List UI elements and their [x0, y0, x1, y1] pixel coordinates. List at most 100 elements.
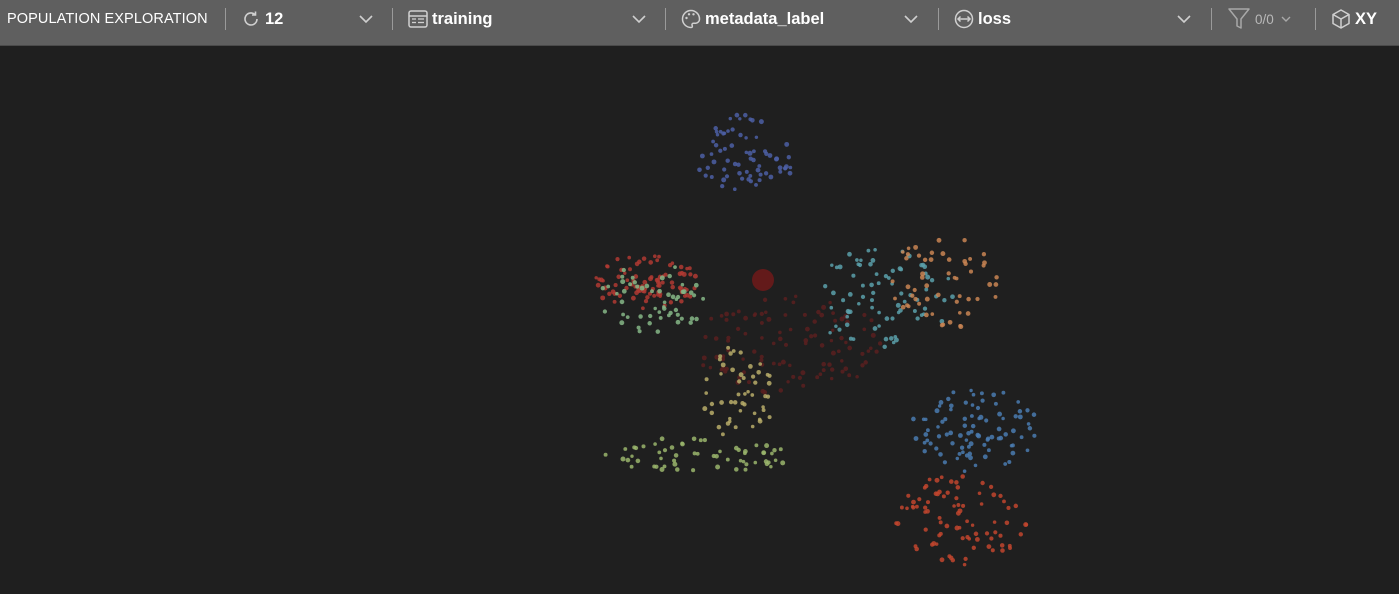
data-point[interactable] [828, 330, 832, 335]
data-point[interactable] [906, 493, 911, 498]
data-point[interactable] [928, 441, 933, 446]
data-point[interactable] [874, 272, 879, 276]
data-point[interactable] [766, 460, 771, 465]
data-point[interactable] [724, 311, 729, 317]
data-point[interactable] [793, 294, 798, 299]
data-point[interactable] [890, 279, 895, 284]
data-point[interactable] [962, 469, 967, 473]
data-point[interactable] [780, 460, 786, 466]
data-point[interactable] [982, 454, 988, 460]
data-point[interactable] [917, 301, 922, 306]
data-point[interactable] [830, 263, 834, 267]
data-point[interactable] [966, 296, 971, 302]
data-point[interactable] [751, 157, 756, 163]
data-point[interactable] [882, 344, 887, 350]
data-point[interactable] [946, 276, 951, 281]
data-point[interactable] [675, 312, 680, 317]
data-point[interactable] [761, 405, 765, 409]
data-point[interactable] [670, 261, 675, 265]
data-point[interactable] [857, 262, 863, 268]
data-point[interactable] [895, 302, 901, 308]
data-point[interactable] [905, 506, 909, 511]
data-point[interactable] [630, 275, 635, 280]
data-point[interactable] [979, 502, 984, 506]
data-point[interactable] [730, 367, 735, 373]
data-point[interactable] [719, 400, 724, 405]
data-point[interactable] [722, 167, 727, 172]
data-point[interactable] [724, 317, 729, 322]
data-point[interactable] [758, 172, 763, 177]
data-point[interactable] [910, 504, 915, 509]
data-point[interactable] [662, 305, 666, 309]
data-point[interactable] [890, 268, 895, 273]
data-point[interactable] [984, 531, 990, 536]
data-point[interactable] [615, 257, 620, 262]
data-point[interactable] [877, 310, 881, 315]
data-point[interactable] [920, 271, 926, 277]
data-point[interactable] [630, 454, 634, 458]
data-point[interactable] [691, 468, 696, 473]
data-point[interactable] [641, 306, 645, 311]
data-point[interactable] [928, 257, 934, 262]
data-point[interactable] [752, 411, 757, 416]
data-point[interactable] [944, 432, 949, 437]
data-point[interactable] [962, 423, 968, 428]
data-point[interactable] [679, 316, 684, 321]
chevron-down-icon[interactable] [358, 12, 374, 26]
data-point[interactable] [748, 364, 753, 369]
data-point[interactable] [615, 291, 619, 296]
data-point[interactable] [994, 275, 999, 280]
data-point[interactable] [667, 273, 672, 279]
data-point[interactable] [766, 380, 772, 386]
data-point[interactable] [993, 530, 998, 535]
data-point[interactable] [977, 491, 982, 496]
data-point[interactable] [762, 389, 768, 395]
data-point[interactable] [905, 284, 911, 290]
data-point[interactable] [803, 338, 809, 343]
data-point[interactable] [911, 416, 916, 422]
data-point[interactable] [840, 359, 844, 363]
data-point[interactable] [940, 419, 945, 424]
data-point[interactable] [722, 131, 727, 136]
data-point[interactable] [627, 255, 632, 260]
data-point[interactable] [847, 292, 853, 297]
data-point[interactable] [698, 438, 703, 443]
data-point[interactable] [653, 254, 657, 258]
data-point[interactable] [755, 167, 761, 173]
data-point[interactable] [938, 452, 943, 457]
data-point[interactable] [965, 311, 971, 316]
data-point[interactable] [702, 438, 707, 443]
data-point[interactable] [802, 312, 807, 317]
data-point[interactable] [732, 187, 737, 192]
data-point[interactable] [915, 316, 920, 321]
data-point[interactable] [778, 388, 784, 393]
data-point[interactable] [726, 345, 731, 350]
data-point[interactable] [770, 451, 774, 456]
data-point[interactable] [969, 414, 974, 418]
data-point[interactable] [982, 442, 987, 447]
data-point[interactable] [843, 366, 849, 372]
data-point[interactable] [812, 319, 817, 324]
data-point[interactable] [756, 370, 761, 375]
data-point[interactable] [787, 170, 793, 176]
data-point[interactable] [780, 359, 786, 365]
data-point[interactable] [783, 342, 789, 347]
data-point[interactable] [970, 403, 975, 407]
data-point[interactable] [913, 436, 919, 441]
data-point[interactable] [944, 523, 950, 529]
data-point[interactable] [636, 325, 641, 330]
data-point[interactable] [670, 294, 676, 300]
data-point[interactable] [788, 165, 793, 170]
data-point[interactable] [1010, 450, 1016, 456]
data-point[interactable] [1025, 448, 1030, 453]
data-point[interactable] [605, 264, 610, 269]
data-point[interactable] [923, 505, 928, 510]
data-point[interactable] [935, 292, 941, 298]
data-point[interactable] [641, 256, 647, 261]
data-point[interactable] [701, 363, 706, 368]
data-point[interactable] [680, 441, 685, 447]
data-point[interactable] [662, 464, 667, 469]
data-point[interactable] [855, 258, 859, 262]
data-point[interactable] [764, 443, 770, 449]
data-point[interactable] [623, 447, 628, 451]
